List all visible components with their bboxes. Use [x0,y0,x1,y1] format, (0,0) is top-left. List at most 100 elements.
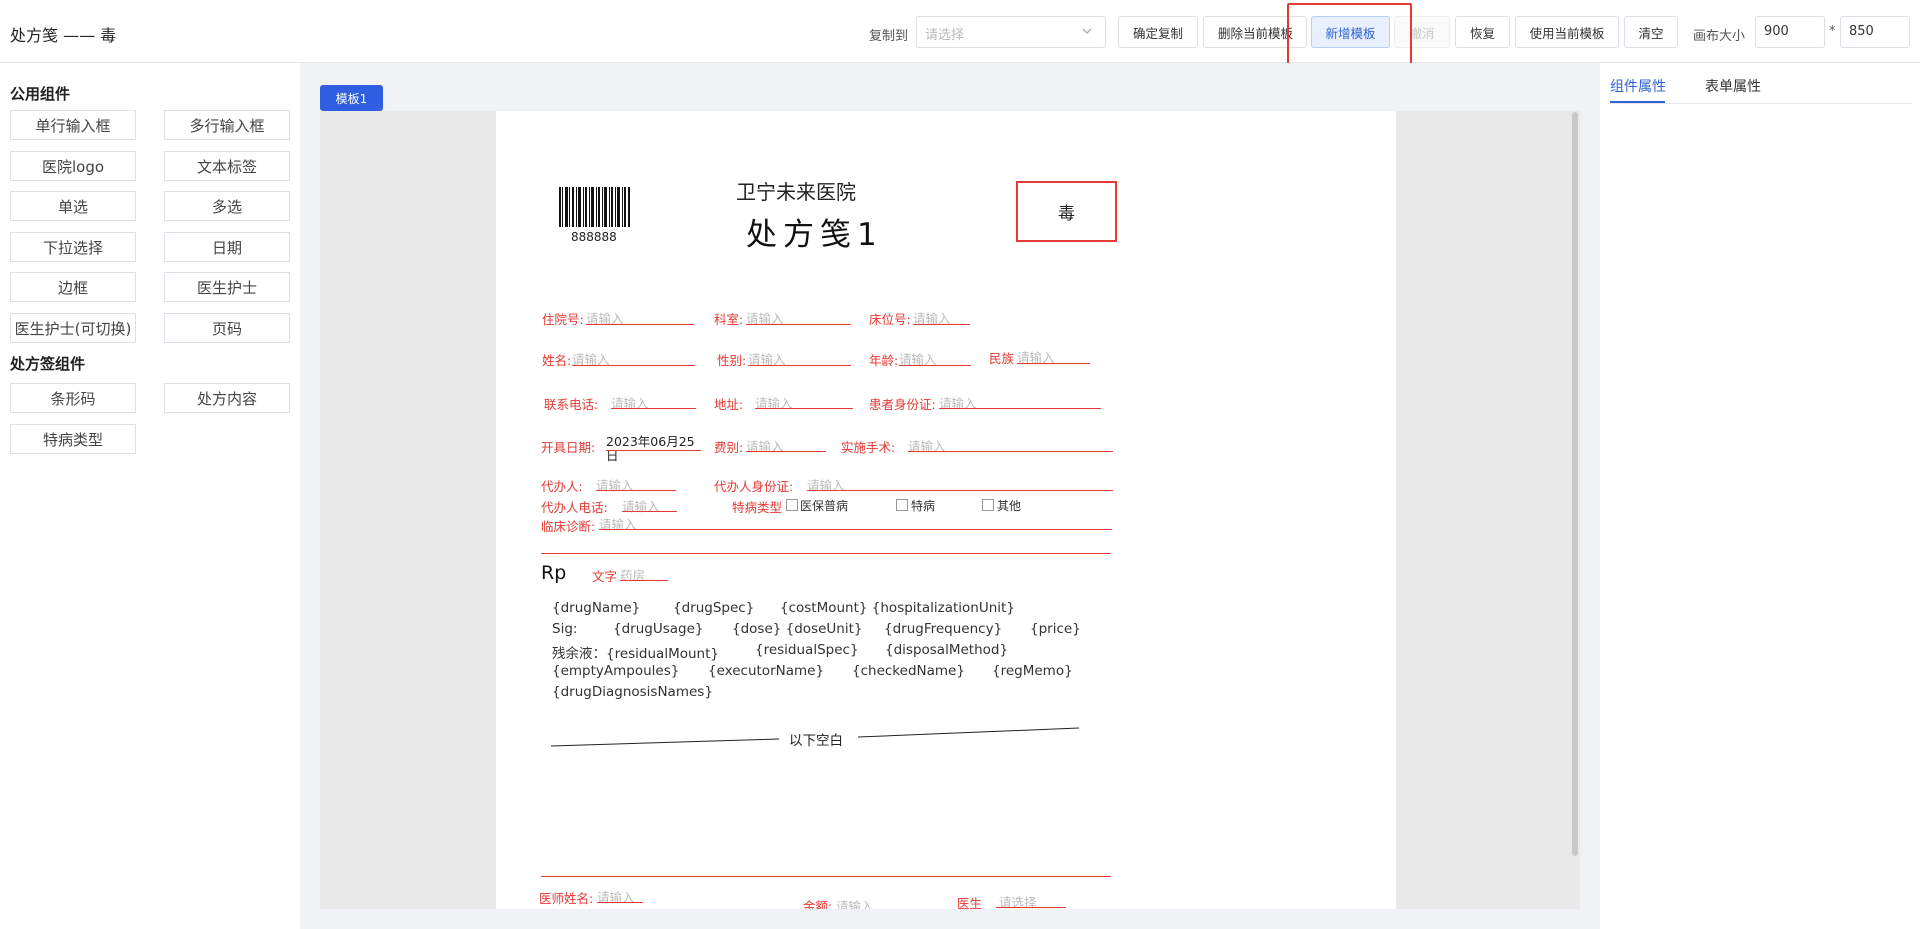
special-option-checkbox[interactable] [982,499,994,511]
drug-field: {price} [1030,621,1081,637]
comp-checkbox[interactable]: 多选 [164,191,290,221]
comp-hospital-logo[interactable]: 医院logo [10,151,136,181]
doctor-label: 医生 [957,896,983,909]
drug-field: {drugUsage} [613,621,704,637]
template-tab[interactable]: 模板1 [320,85,383,111]
agent-id-input[interactable]: 请输入 [807,475,845,494]
underline [622,511,677,512]
comp-page-number[interactable]: 页码 [164,313,290,343]
restore-button[interactable]: 恢复 [1455,16,1510,48]
underline [913,324,970,325]
surgery-label: 实施手术: [841,440,896,455]
underline [908,451,1113,452]
amount-label: 金额: [803,899,833,909]
patient-id-label: 患者身份证: [869,397,936,412]
special-option-checkbox[interactable] [786,499,798,511]
text-label: 文字 [592,569,618,584]
clear-button[interactable]: 清空 [1624,16,1678,48]
address-input[interactable]: 请输入 [755,393,793,412]
comp-special-type[interactable]: 特病类型 [10,424,136,454]
fee-type-label: 费别: [714,440,744,455]
drug-field: {regMemo} [992,663,1073,679]
canvas-scrollbar[interactable] [1572,112,1578,856]
underline [596,490,676,491]
drug-field: {checkedName} [852,663,965,679]
special-option-label: 医保普病 [800,499,849,513]
comp-rx-content[interactable]: 处方内容 [164,383,290,413]
comp-dropdown[interactable]: 下拉选择 [10,232,136,262]
agent-input[interactable]: 请输入 [596,475,634,494]
underline [611,408,696,409]
chevron-down-icon [1082,28,1092,34]
drug-field: {emptyAmpoules} [552,663,680,679]
agent-phone-label: 代办人电话: [541,500,608,515]
underline [807,490,1113,491]
phone-label: 联系电话: [544,397,599,412]
comp-text-label[interactable]: 文本标签 [164,151,290,181]
copy-to-select[interactable]: 请选择 [916,16,1106,48]
comp-date[interactable]: 日期 [164,232,290,262]
prescription-canvas[interactable]: 888888 卫宁未来医院 处方笺1 毒 住院号: 请输入 科室: 请输入 床位… [496,111,1396,909]
issue-date-value[interactable]: 2023年06月25日 [606,435,700,463]
tab-form-properties[interactable]: 表单属性 [1705,76,1761,96]
underline [599,529,1112,530]
pharmacy-input[interactable]: 药房 [620,565,645,584]
canvas-times-sign: * [1829,24,1836,39]
underline [597,902,643,903]
drug-field: {disposalMethod} [885,642,1009,658]
name-label: 姓名: [542,353,572,368]
canvas-height-input[interactable]: 850 [1840,16,1910,48]
comp-doctor-nurse[interactable]: 医生护士 [164,272,290,302]
comp-border[interactable]: 边框 [10,272,136,302]
drug-field: {dose} {doseUnit} [732,621,863,637]
top-toolbar: 处方笺 —— 毒 复制到 请选择 确定复制 删除当前模板 新增模板 撤消 恢复 … [0,0,1920,63]
divider-line [541,553,1111,554]
comp-single-input[interactable]: 单行输入框 [10,110,136,140]
patient-id-input[interactable]: 请输入 [939,393,977,412]
poison-type-label: 毒 [1058,204,1075,224]
canvas-width-input[interactable]: 900 [1755,16,1825,48]
department-label: 科室: [714,312,744,327]
rx-components-title: 处方签组件 [10,355,86,373]
special-option-checkbox[interactable] [896,499,908,511]
underline [939,408,1101,409]
comp-barcode[interactable]: 条形码 [10,383,136,413]
underline [572,365,695,366]
rx-title[interactable]: 处方笺1 [746,209,883,254]
comp-multi-input[interactable]: 多行输入框 [164,110,290,140]
page-title: 处方笺 —— 毒 [10,26,117,45]
doctor-name-label: 医师姓名: [539,891,594,906]
ethnicity-label: 民族 [989,351,1015,366]
barcode-number: 888888 [571,230,617,244]
divider-line [541,876,1111,877]
doctor-name-input[interactable]: 请输入 [597,887,635,906]
rp-label[interactable]: Rp [541,562,566,584]
underline [755,408,853,409]
gender-label: 性别: [717,353,747,368]
bed-no-label: 床位号: [869,312,911,327]
underline [1017,363,1090,364]
underline [606,450,701,451]
phone-input[interactable]: 请输入 [611,393,649,412]
confirm-copy-button[interactable]: 确定复制 [1118,16,1198,48]
comp-doctor-nurse-switchable[interactable]: 医生护士(可切换) [10,313,136,343]
drug-field: {drugName} [552,600,641,616]
drug-field: {drugDiagnosisNames} [552,684,713,700]
agent-phone-input[interactable]: 请输入 [622,496,660,515]
tab-component-properties[interactable]: 组件属性 [1610,76,1666,96]
diagnosis-input[interactable]: 请输入 [599,514,637,533]
poison-type-box[interactable]: 毒 [1016,181,1117,242]
surgery-input[interactable]: 请输入 [908,436,946,455]
fee-type-input[interactable]: 请输入 [746,436,784,455]
drug-field: {executorName} [708,663,825,679]
comp-radio[interactable]: 单选 [10,191,136,221]
copy-to-label: 复制到 [869,29,909,44]
barcode-icon[interactable] [559,187,631,229]
drug-field: {costMount} {hospitalizationUnit} [780,600,1015,616]
amount-input[interactable]: 请输入 [836,896,874,909]
drug-field: {residualSpec} [755,642,859,658]
use-template-button[interactable]: 使用当前模板 [1515,16,1619,48]
inpatient-no-label: 住院号: [542,312,584,327]
hospital-name[interactable]: 卫宁未来医院 [736,176,856,205]
component-panel: 公用组件 单行输入框 多行输入框 医院logo 文本标签 单选 多选 下拉选择 … [0,63,300,929]
